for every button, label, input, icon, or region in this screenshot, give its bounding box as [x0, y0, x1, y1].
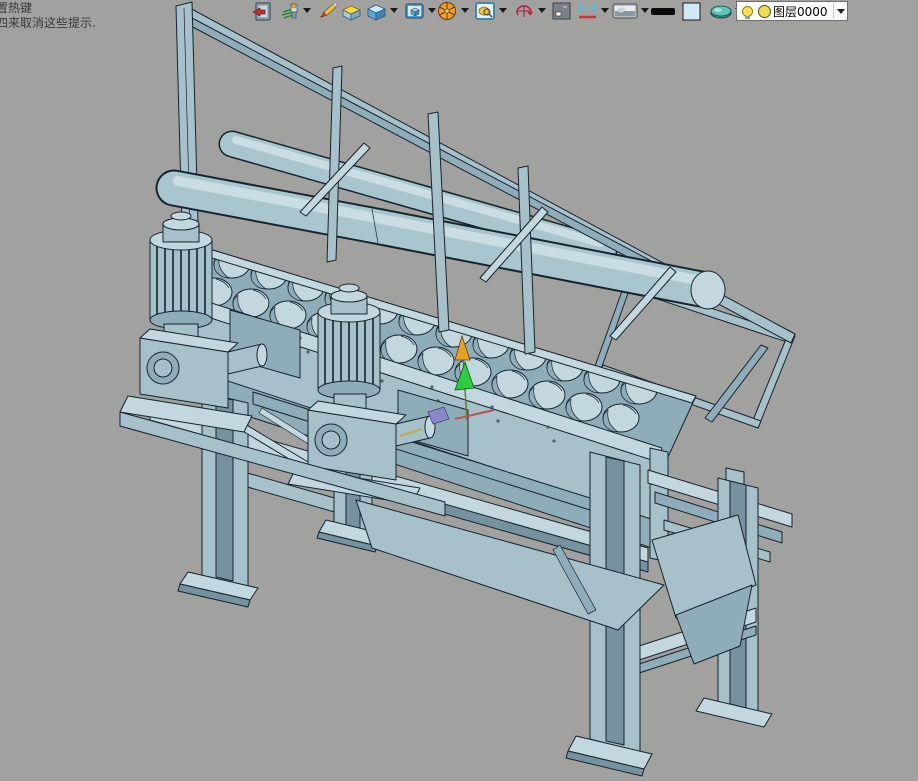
zoom-window-icon[interactable]	[475, 2, 495, 21]
layer-dropdown-button[interactable]	[833, 3, 847, 19]
dimension-icon[interactable]	[578, 2, 598, 21]
dimension-dropdown-arrow[interactable]	[601, 8, 609, 13]
background-color-swatch[interactable]	[682, 2, 702, 21]
yellow-lid-box-icon[interactable]	[341, 2, 361, 21]
solid-cube-icon[interactable]	[366, 2, 386, 21]
line-weight-swatch[interactable]	[650, 2, 676, 21]
zoom-dropdown-arrow[interactable]	[499, 8, 507, 13]
plant-feature-icon[interactable]	[280, 2, 300, 21]
wheel-dropdown-arrow[interactable]	[461, 8, 469, 13]
pan-view-icon[interactable]	[552, 2, 572, 21]
orbit-dropdown-arrow[interactable]	[538, 8, 546, 13]
open-document-icon[interactable]	[252, 2, 272, 21]
hint-line-1: 置热键	[0, 1, 33, 15]
orange-wheel-icon[interactable]	[437, 2, 457, 21]
layer-combobox[interactable]: 图层0000	[736, 1, 848, 21]
cube-view-icon[interactable]	[404, 2, 424, 21]
ucs-plane-icon[interactable]	[710, 2, 734, 21]
cube-dropdown-arrow[interactable]	[390, 8, 398, 13]
hint-text: 置热键 四来取消这些提示.	[0, 1, 96, 31]
display-monitor-icon[interactable]	[612, 2, 638, 21]
cube-view-dropdown-arrow[interactable]	[428, 8, 436, 13]
layer-visibility-bulb-icon[interactable]	[742, 5, 753, 19]
model-canvas[interactable]	[0, 0, 918, 781]
orbit-rotate-icon[interactable]	[514, 2, 534, 21]
monitor-dropdown-arrow[interactable]	[641, 8, 649, 13]
hint-line-2: 四来取消这些提示.	[0, 16, 96, 30]
layer-name: 图层0000	[773, 4, 828, 19]
cad-viewport[interactable]: 置热键 四来取消这些提示. 图层0000	[0, 0, 918, 781]
layer-color-icon[interactable]	[758, 4, 771, 18]
pencil-sketch-icon[interactable]	[318, 2, 338, 21]
plant-dropdown-arrow[interactable]	[303, 8, 311, 13]
